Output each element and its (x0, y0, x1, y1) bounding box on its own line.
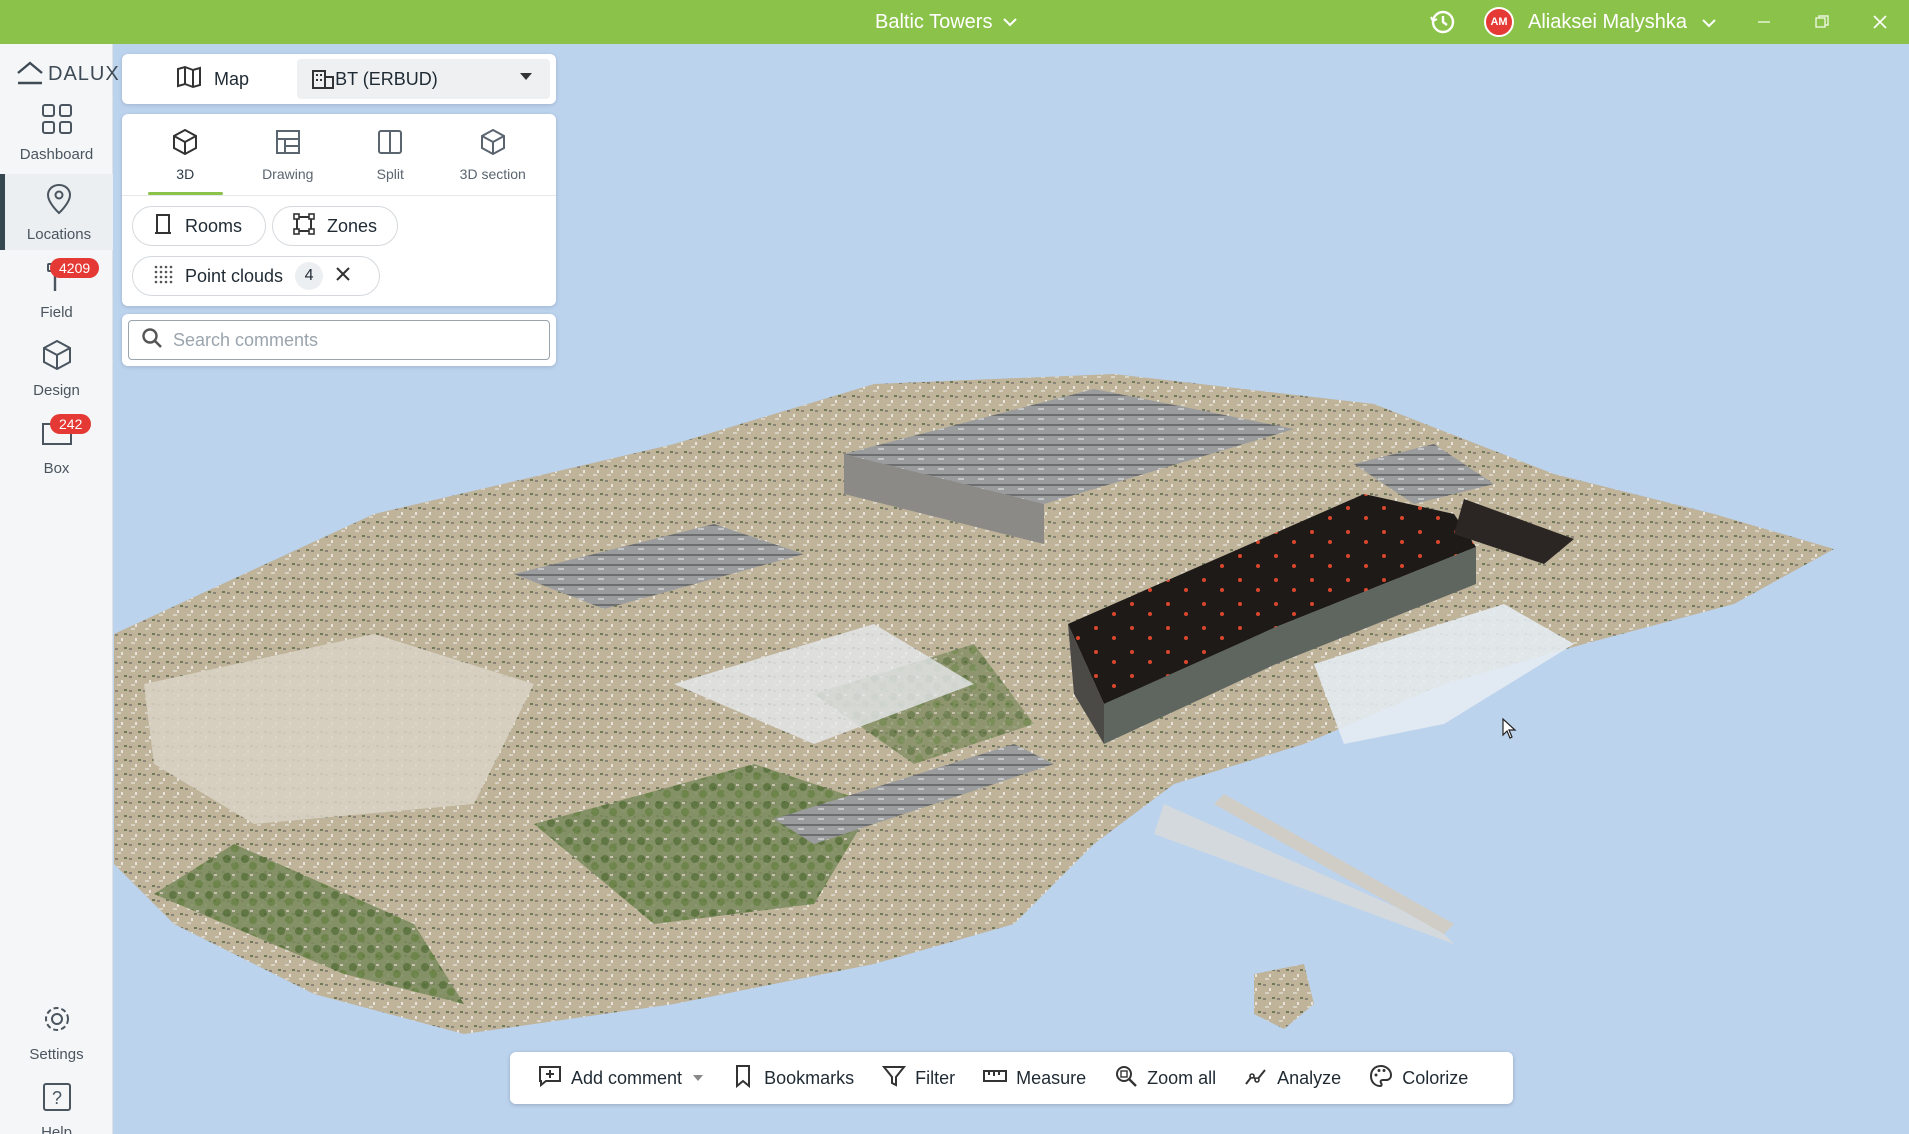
cube-section-icon (478, 127, 508, 160)
mouse-cursor-icon (1502, 717, 1518, 745)
bottom-toolbar: Add comment Bookmarks Filter Measure Zoo… (510, 1052, 1513, 1104)
tab-split[interactable]: Split (339, 114, 442, 195)
analyze-label: Analyze (1277, 1067, 1342, 1088)
analyze-icon (1244, 1064, 1268, 1093)
search-box (128, 320, 550, 360)
project-selector[interactable]: Baltic Towers (875, 0, 1018, 44)
view-options-panel: 3D Drawing Split 3D section Rooms Zones … (122, 114, 556, 306)
sidebar-item-label: Locations (26, 225, 92, 243)
logo-text: DALUX (48, 62, 120, 85)
box-count-badge: 242 (50, 414, 92, 434)
zones-toggle[interactable]: Zones (272, 206, 398, 246)
tab-drawing[interactable]: Drawing (237, 114, 340, 195)
measure-label: Measure (1016, 1067, 1087, 1088)
map-icon (176, 65, 202, 94)
close-window-button[interactable] (1858, 0, 1902, 44)
tab-label: 3D section (459, 166, 526, 182)
sidebar-item-label: Field (40, 303, 73, 321)
location-header-panel: Map BT (ERBUD) (122, 54, 556, 104)
colorize-button[interactable]: Colorize (1357, 1058, 1480, 1098)
sidebar-item-field[interactable]: Field 4209 (0, 252, 113, 328)
search-icon (141, 327, 163, 354)
gear-icon (40, 1002, 74, 1040)
tab-label: 3D (176, 166, 195, 182)
rooms-label: Rooms (185, 215, 243, 236)
palette-icon (1369, 1064, 1393, 1093)
user-name: Aliaksei Malyshka (1528, 10, 1687, 33)
sidebar: DALUX Dashboard Locations Field 4209 Des… (0, 44, 119, 1134)
zoom-icon (1114, 1064, 1138, 1093)
user-menu[interactable]: Aliaksei Malyshka (1528, 0, 1717, 44)
svg-text:?: ? (51, 1088, 61, 1108)
history-icon[interactable] (1428, 7, 1458, 37)
map-label: Map (214, 68, 250, 89)
restore-window-button[interactable] (1800, 0, 1844, 44)
door-icon (153, 213, 173, 240)
building-select-value: BT (ERBUD) (335, 68, 438, 89)
sidebar-item-label: Help (41, 1123, 72, 1134)
drawing-icon (273, 127, 303, 160)
tab-3d[interactable]: 3D (134, 114, 237, 195)
help-icon: ? (40, 1080, 74, 1118)
close-icon[interactable] (335, 266, 351, 287)
zoom-all-button[interactable]: Zoom all (1102, 1058, 1228, 1098)
add-comment-icon (538, 1064, 562, 1093)
search-comments-input[interactable] (173, 329, 537, 351)
zones-label: Zones (327, 215, 378, 236)
point-clouds-count: 4 (295, 262, 324, 290)
caret-down-icon[interactable] (693, 1075, 704, 1081)
field-count-badge: 4209 (50, 258, 100, 278)
sidebar-item-design[interactable]: Design (0, 330, 113, 406)
caret-down-icon (520, 73, 532, 80)
cube-icon (170, 127, 200, 160)
tab-label: Split (376, 166, 404, 182)
sidebar-item-box[interactable]: Box 242 (0, 408, 113, 484)
dashboard-grid-icon (40, 102, 74, 140)
colorize-label: Colorize (1402, 1067, 1469, 1088)
chevron-down-icon (1002, 14, 1018, 30)
bookmarks-label: Bookmarks (764, 1067, 855, 1088)
tab-label: Drawing (262, 166, 314, 182)
sidebar-item-help[interactable]: ? Help (0, 1072, 113, 1134)
sidebar-item-dashboard[interactable]: Dashboard (0, 94, 113, 170)
ruler-icon (983, 1064, 1008, 1093)
zoom-all-label: Zoom all (1147, 1067, 1217, 1088)
sidebar-item-label: Box (43, 459, 70, 477)
rooms-toggle[interactable]: Rooms (132, 206, 266, 246)
bookmarks-button[interactable]: Bookmarks (719, 1058, 866, 1098)
tab-3d-section[interactable]: 3D section (442, 114, 545, 195)
measure-button[interactable]: Measure (971, 1058, 1098, 1098)
title-bar: Baltic Towers AM Aliaksei Malyshka (0, 0, 1909, 44)
home-logo-icon (17, 61, 43, 85)
filter-label: Filter (915, 1067, 956, 1088)
add-comment-button[interactable]: Add comment (526, 1058, 715, 1098)
map-button[interactable]: Map (128, 60, 297, 98)
building-select[interactable]: BT (ERBUD) (297, 59, 550, 99)
sidebar-item-label: Design (33, 381, 80, 399)
zone-icon (293, 212, 315, 240)
point-clouds-label: Point clouds (185, 265, 284, 286)
filter-button[interactable]: Filter (870, 1058, 967, 1098)
filter-icon (882, 1064, 907, 1093)
sidebar-item-settings[interactable]: Settings (0, 994, 113, 1070)
point-cloud-icon (153, 264, 173, 289)
project-name: Baltic Towers (875, 10, 993, 33)
sidebar-item-label: Settings (29, 1045, 84, 1063)
dalux-logo[interactable]: DALUX (16, 56, 120, 92)
user-avatar[interactable]: AM (1484, 7, 1514, 37)
minimize-window-button[interactable] (1742, 0, 1786, 44)
split-icon (375, 127, 405, 160)
search-panel (122, 314, 556, 366)
bookmark-icon (731, 1064, 755, 1093)
add-comment-label: Add comment (571, 1067, 683, 1088)
analyze-button[interactable]: Analyze (1232, 1058, 1353, 1098)
building-icon (311, 68, 335, 95)
sidebar-item-label: Dashboard (19, 145, 94, 163)
cube-icon (40, 338, 74, 376)
sidebar-item-locations[interactable]: Locations (0, 174, 113, 250)
location-pin-icon (42, 182, 76, 220)
chevron-down-icon (1701, 11, 1717, 34)
point-clouds-filter[interactable]: Point clouds 4 (132, 256, 380, 296)
